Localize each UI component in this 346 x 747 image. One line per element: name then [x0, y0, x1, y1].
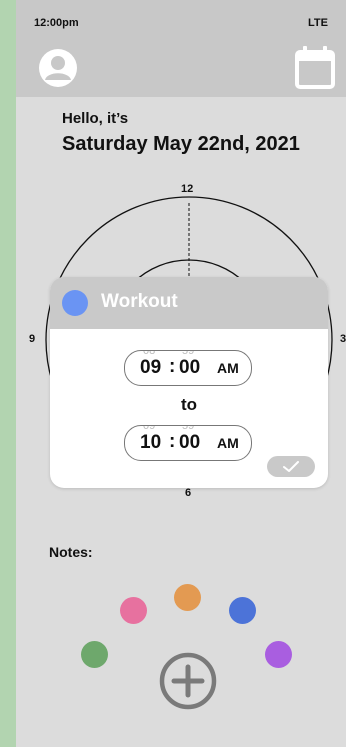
end-hour[interactable]: 10 [140, 432, 161, 454]
note-color-blue[interactable] [229, 597, 256, 624]
note-color-purple[interactable] [265, 641, 292, 668]
top-bar: 12:00pm LTE [16, 0, 346, 97]
event-title: Workout [101, 291, 178, 312]
to-label: to [180, 395, 198, 414]
phone-screen: 12:00pm LTE Hello, it’s Saturday May 22n… [16, 0, 346, 747]
start-period[interactable]: AM [217, 360, 239, 376]
notes-label: Notes: [49, 544, 93, 560]
profile-icon[interactable] [38, 48, 78, 88]
event-dialog: Workout 08 59 09 : 00 AM 10 01 PM to 09 [50, 277, 328, 488]
end-minute[interactable]: 00 [179, 432, 200, 454]
end-time-picker[interactable]: 09 59 10 : 00 AM 11 01 PM [124, 425, 252, 461]
end-period[interactable]: AM [217, 435, 239, 451]
status-network: LTE [308, 17, 328, 29]
event-dialog-header: Workout [50, 277, 328, 329]
picker-current-value: 10 : 00 AM [140, 431, 239, 454]
plus-circle-icon[interactable] [158, 651, 218, 711]
check-icon [283, 461, 299, 472]
status-time: 12:00pm [34, 17, 79, 29]
clock-label-12: 12 [181, 183, 194, 195]
date-heading: Saturday May 22nd, 2021 [62, 133, 300, 155]
note-color-orange[interactable] [174, 584, 201, 611]
calendar-icon[interactable] [294, 44, 336, 90]
picker-current-value: 09 : 00 AM [140, 356, 239, 379]
note-color-pink[interactable] [120, 597, 147, 624]
confirm-button[interactable] [267, 456, 315, 477]
clock-label-9: 9 [29, 333, 36, 345]
greeting-text: Hello, it’s [62, 110, 129, 127]
start-time-picker[interactable]: 08 59 09 : 00 AM 10 01 PM [124, 350, 252, 386]
start-hour[interactable]: 09 [140, 357, 161, 379]
note-color-green[interactable] [81, 641, 108, 668]
clock-label-6: 6 [185, 487, 192, 499]
clock-label-3: 3 [340, 333, 346, 345]
start-minute[interactable]: 00 [179, 357, 200, 379]
event-color-dot[interactable] [62, 290, 88, 316]
